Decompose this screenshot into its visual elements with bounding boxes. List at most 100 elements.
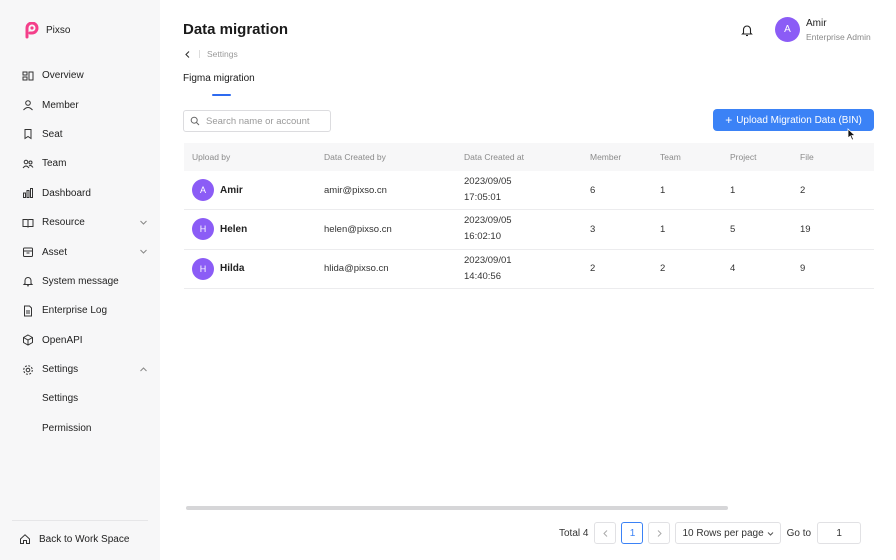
table-header: Upload by Data Created by Data Created a… bbox=[184, 143, 874, 171]
cell-team: 2 bbox=[660, 263, 666, 275]
resource-icon bbox=[22, 217, 34, 229]
sidebar-item-system-message[interactable]: System message bbox=[0, 267, 160, 296]
sidebar-item-label: System message bbox=[42, 275, 119, 287]
table-row[interactable]: H Hilda hlida@pixso.cn 2023/09/01 14:40:… bbox=[184, 250, 874, 289]
user-role: Enterprise Admin bbox=[806, 32, 871, 42]
avatar: H bbox=[192, 218, 214, 241]
cell-team: 1 bbox=[660, 223, 666, 235]
cell-created-at: 2023/09/05 17:05:01 bbox=[464, 174, 590, 206]
uploader-name: Helen bbox=[220, 223, 248, 235]
overview-icon bbox=[22, 70, 34, 82]
gear-icon bbox=[22, 364, 34, 376]
cell-project: 5 bbox=[730, 223, 736, 235]
sidebar-item-resource[interactable]: Resource bbox=[0, 208, 160, 237]
breadcrumb: Settings bbox=[183, 49, 238, 59]
breadcrumb-separator bbox=[199, 50, 200, 58]
cell-project: 4 bbox=[730, 263, 736, 275]
sidebar-subitem-permission[interactable]: Permission bbox=[0, 414, 160, 443]
sidebar-item-team[interactable]: Team bbox=[0, 149, 160, 178]
avatar: A bbox=[192, 179, 214, 202]
sidebar-item-label: Resource bbox=[42, 217, 85, 229]
page-number-button[interactable]: 1 bbox=[621, 522, 644, 544]
sidebar-item-label: Enterprise Log bbox=[42, 305, 108, 317]
cell-email: amir@pixso.cn bbox=[324, 184, 387, 196]
sidebar-subitem-settings[interactable]: Settings bbox=[0, 384, 160, 413]
back-to-workspace-button[interactable]: Back to Work Space bbox=[19, 533, 129, 545]
upload-button-label: Upload Migration Data (BIN) bbox=[736, 114, 862, 126]
asset-icon bbox=[22, 246, 34, 258]
mouse-cursor-icon bbox=[847, 128, 856, 141]
column-header-data-created-by: Data Created by bbox=[324, 152, 386, 162]
cell-member: 6 bbox=[590, 184, 596, 196]
cell-upload-by: H Hilda bbox=[184, 257, 324, 280]
page-title: Data migration bbox=[183, 21, 289, 38]
created-date: 2023/09/01 bbox=[464, 254, 512, 266]
sidebar-item-member[interactable]: Member bbox=[0, 90, 160, 119]
cell-member: 3 bbox=[590, 223, 596, 235]
search-input[interactable] bbox=[206, 115, 326, 127]
cell-email: hlida@pixso.cn bbox=[324, 263, 389, 275]
sidebar: Pixso Overview Member Seat Team Dashboar… bbox=[0, 0, 160, 560]
cell-team: 1 bbox=[660, 184, 666, 196]
created-time: 17:05:01 bbox=[464, 192, 501, 204]
sidebar-item-label: Settings bbox=[42, 393, 79, 405]
seat-icon bbox=[22, 128, 34, 140]
sidebar-item-enterprise-log[interactable]: Enterprise Log bbox=[0, 296, 160, 325]
sidebar-item-label: Overview bbox=[42, 70, 84, 82]
total-count: Total 4 bbox=[559, 527, 589, 539]
notification-bell-icon[interactable] bbox=[740, 23, 754, 37]
created-time: 16:02:10 bbox=[464, 231, 501, 243]
bell-icon bbox=[22, 275, 34, 287]
created-date: 2023/09/05 bbox=[464, 176, 512, 188]
log-icon bbox=[22, 305, 34, 317]
chevron-left-icon[interactable] bbox=[183, 50, 192, 59]
chevron-up-icon bbox=[140, 367, 147, 372]
user-avatar[interactable]: A bbox=[775, 17, 800, 42]
sidebar-item-asset[interactable]: Asset bbox=[0, 237, 160, 266]
rows-per-page-select[interactable]: 10 Rows per page bbox=[675, 522, 781, 544]
search-box[interactable] bbox=[183, 110, 331, 132]
prev-page-button[interactable] bbox=[594, 522, 617, 544]
chevron-right-icon bbox=[657, 529, 662, 537]
cube-icon bbox=[22, 334, 34, 346]
brand[interactable]: Pixso bbox=[24, 22, 70, 39]
uploader-name: Amir bbox=[220, 184, 243, 196]
tab-active-indicator bbox=[212, 94, 231, 96]
goto-label: Go to bbox=[786, 527, 812, 539]
table-row[interactable]: A Amir amir@pixso.cn 2023/09/05 17:05:01… bbox=[184, 171, 874, 211]
sidebar-item-label: Member bbox=[42, 99, 79, 111]
sidebar-item-dashboard[interactable]: Dashboard bbox=[0, 179, 160, 208]
chevron-down-icon bbox=[140, 249, 147, 255]
cell-file: 9 bbox=[800, 263, 806, 275]
tab-figma-migration[interactable]: Figma migration bbox=[183, 73, 255, 84]
cell-project: 1 bbox=[730, 184, 736, 196]
team-icon bbox=[22, 158, 34, 170]
sidebar-item-seat[interactable]: Seat bbox=[0, 120, 160, 149]
rows-per-page-value: 10 Rows per page bbox=[682, 527, 764, 539]
cell-created-at: 2023/09/01 14:40:56 bbox=[464, 253, 590, 285]
back-label: Back to Work Space bbox=[39, 533, 130, 545]
column-header-upload-by: Upload by bbox=[192, 152, 231, 162]
next-page-button[interactable] bbox=[648, 522, 671, 544]
sidebar-item-settings[interactable]: Settings bbox=[0, 355, 160, 384]
sidebar-item-label: Asset bbox=[42, 246, 68, 258]
breadcrumb-settings[interactable]: Settings bbox=[207, 49, 238, 59]
goto-page-input[interactable]: 1 bbox=[817, 522, 862, 544]
table-row[interactable]: H Helen helen@pixso.cn 2023/09/05 16:02:… bbox=[184, 210, 874, 250]
column-header-project: Project bbox=[730, 152, 757, 162]
horizontal-scrollbar[interactable] bbox=[186, 506, 728, 510]
sidebar-item-overview[interactable]: Overview bbox=[0, 61, 160, 90]
member-icon bbox=[22, 99, 34, 111]
sidebar-item-label: Dashboard bbox=[42, 187, 91, 199]
sidebar-divider bbox=[12, 520, 148, 521]
sidebar-item-openapi[interactable]: OpenAPI bbox=[0, 326, 160, 355]
sidebar-item-label: Permission bbox=[42, 422, 92, 434]
sidebar-item-label: Team bbox=[42, 158, 67, 170]
column-header-file: File bbox=[800, 152, 814, 162]
plus-icon: + bbox=[725, 113, 733, 127]
chevron-down-icon bbox=[767, 531, 773, 536]
sidebar-item-label: Settings bbox=[42, 364, 79, 376]
cell-file: 19 bbox=[800, 223, 811, 235]
column-header-member: Member bbox=[590, 152, 622, 162]
cell-created-at: 2023/09/05 16:02:10 bbox=[464, 213, 590, 245]
